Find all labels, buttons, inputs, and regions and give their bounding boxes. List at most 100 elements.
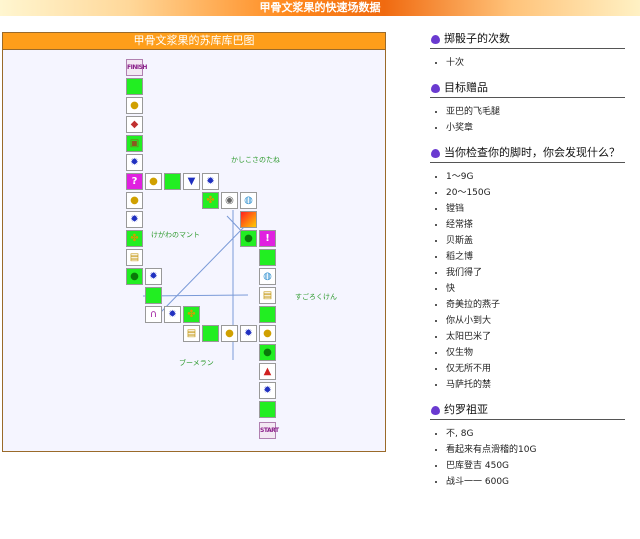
slime-tile: ● — [259, 344, 276, 361]
item-icon: ▤ — [129, 252, 140, 263]
list-item: 巴库登吉 450G — [446, 458, 625, 474]
gold-icon: ● — [130, 100, 139, 111]
herb-icon: ✤ — [187, 309, 196, 320]
star-icon: ✹ — [244, 328, 253, 339]
star-tile: ✹ — [202, 173, 219, 190]
star-tile: ✹ — [126, 211, 143, 228]
star-icon: ✹ — [149, 271, 158, 282]
label-kashikosa: かしこさのたね — [231, 156, 280, 164]
herb-tile: ✤ — [126, 230, 143, 247]
star-icon: ✹ — [130, 214, 139, 225]
herb-tile: ✤ — [202, 192, 219, 209]
section-title: 掷骰子的次数 — [444, 32, 510, 45]
section-title: 目标赠品 — [444, 81, 488, 94]
ticket-tile: ▤ — [259, 287, 276, 304]
chest-tile: ▣ — [126, 135, 143, 152]
boomerang-tile: ∩ — [145, 306, 162, 323]
section-joroya-heading: 约罗祖亚 — [430, 401, 625, 420]
gold-icon: ● — [263, 328, 272, 339]
exclaim-tile: ! — [259, 230, 276, 247]
list-item: 你从小到大 — [446, 313, 625, 329]
board-arrows — [142, 210, 249, 360]
list-item: 经常搽 — [446, 217, 625, 233]
list-item: 奇美拉的燕子 — [446, 297, 625, 313]
ticket-icon: ▤ — [262, 290, 273, 301]
sugoroku-board: 甲骨文浆果的苏库库巴图 FINISH ● ◆ ▣ ✹ ? ● ✹ ✤ ▤ ● ✹… — [2, 32, 386, 452]
section-dice-heading: 掷骰子的次数 — [430, 30, 625, 49]
star-icon: ✹ — [206, 176, 215, 187]
slime-tile: ● — [126, 268, 143, 285]
arrow-down-icon: ▼ — [187, 176, 196, 187]
gold-icon: ● — [149, 176, 158, 187]
list-item: 快 — [446, 281, 625, 297]
star-tile: ✹ — [240, 325, 257, 342]
tile — [202, 325, 219, 342]
gold-tile: ● — [126, 97, 143, 114]
question-icon: ? — [131, 176, 138, 187]
item-tile: ▤ — [126, 249, 143, 266]
list-item: 我们得了 — [446, 265, 625, 281]
seed-tile: ◍ — [259, 268, 276, 285]
tile — [259, 249, 276, 266]
tile — [259, 306, 276, 323]
gold-icon: ● — [130, 195, 139, 206]
list-item: 不, 8G — [446, 426, 625, 442]
list-item: 20～150G — [446, 185, 625, 201]
start-tile: START — [259, 422, 279, 439]
info-sidebar: 掷骰子的次数 十次 目标赠品 亚巴的飞毛腿 小奖章 当你检查你的脚时，你会发现什… — [430, 30, 625, 498]
seed-tile: ◍ — [240, 192, 257, 209]
arrow-up-tile: ▲ — [259, 363, 276, 380]
feet-list: 1～9G 20～150G 镗铛 经常搽 贝斯盖 稻之博 我们得了 快 奇美拉的燕… — [430, 169, 625, 393]
slime-drop-icon — [431, 406, 440, 415]
list-item: 镗铛 — [446, 201, 625, 217]
slime-drop-icon — [431, 84, 440, 93]
slime-drop-icon — [431, 35, 440, 44]
dice-list: 十次 — [430, 55, 625, 71]
gold-tile: ● — [145, 173, 162, 190]
list-item: 贝斯盖 — [446, 233, 625, 249]
list-item: 亚巴的飞毛腿 — [446, 104, 625, 120]
gold-tile: ● — [259, 325, 276, 342]
gold-icon: ● — [225, 328, 234, 339]
list-item: 小奖章 — [446, 120, 625, 136]
seed-icon: ◍ — [244, 195, 253, 206]
question-tile: ? — [126, 173, 143, 190]
seed-icon: ◍ — [263, 271, 272, 282]
magnet-icon: ∩ — [149, 309, 158, 320]
pot-icon: ◉ — [225, 195, 234, 206]
slime-drop-icon — [431, 149, 440, 158]
tile — [259, 401, 276, 418]
star-tile: ✹ — [259, 382, 276, 399]
star-tile: ✹ — [126, 154, 143, 171]
arrow-down-tile: ▼ — [183, 173, 200, 190]
slime-icon: ● — [130, 271, 139, 282]
list-item: 十次 — [446, 55, 625, 71]
slime-tile: ● — [240, 230, 257, 247]
chest-icon: ▣ — [129, 138, 140, 149]
star-icon: ✹ — [263, 385, 272, 396]
gold-tile: ● — [126, 192, 143, 209]
herb-icon: ✤ — [130, 233, 139, 244]
exclaim-icon: ! — [265, 233, 270, 244]
label-boomerang: ブーメラン — [179, 359, 214, 367]
herb-tile: ✤ — [183, 306, 200, 323]
list-item: 太阳巴米了 — [446, 329, 625, 345]
section-title: 约罗祖亚 — [444, 403, 488, 416]
list-item: 马萨托的禁 — [446, 377, 625, 393]
prize-list: 亚巴的飞毛腿 小奖章 — [430, 104, 625, 136]
slime-icon: ● — [263, 347, 272, 358]
star-tile: ✹ — [145, 268, 162, 285]
list-item: 1～9G — [446, 169, 625, 185]
list-item: 战斗一一 600G — [446, 474, 625, 490]
rainbow-tile — [240, 211, 257, 228]
section-title: 当你检查你的脚时，你会发现什么？ — [444, 146, 620, 159]
item-tile: ▤ — [183, 325, 200, 342]
slime-icon: ● — [244, 233, 253, 244]
herb-icon: ✤ — [206, 195, 215, 206]
tile — [145, 287, 162, 304]
tile — [164, 173, 181, 190]
dice-icon: ◆ — [130, 119, 139, 130]
joroya-list: 不, 8G 看起来有点滑稽的10G 巴库登吉 450G 战斗一一 600G — [430, 426, 625, 490]
item-icon: ▤ — [186, 328, 197, 339]
top-banner: 甲骨文浆果的快速场数据 — [0, 0, 640, 16]
